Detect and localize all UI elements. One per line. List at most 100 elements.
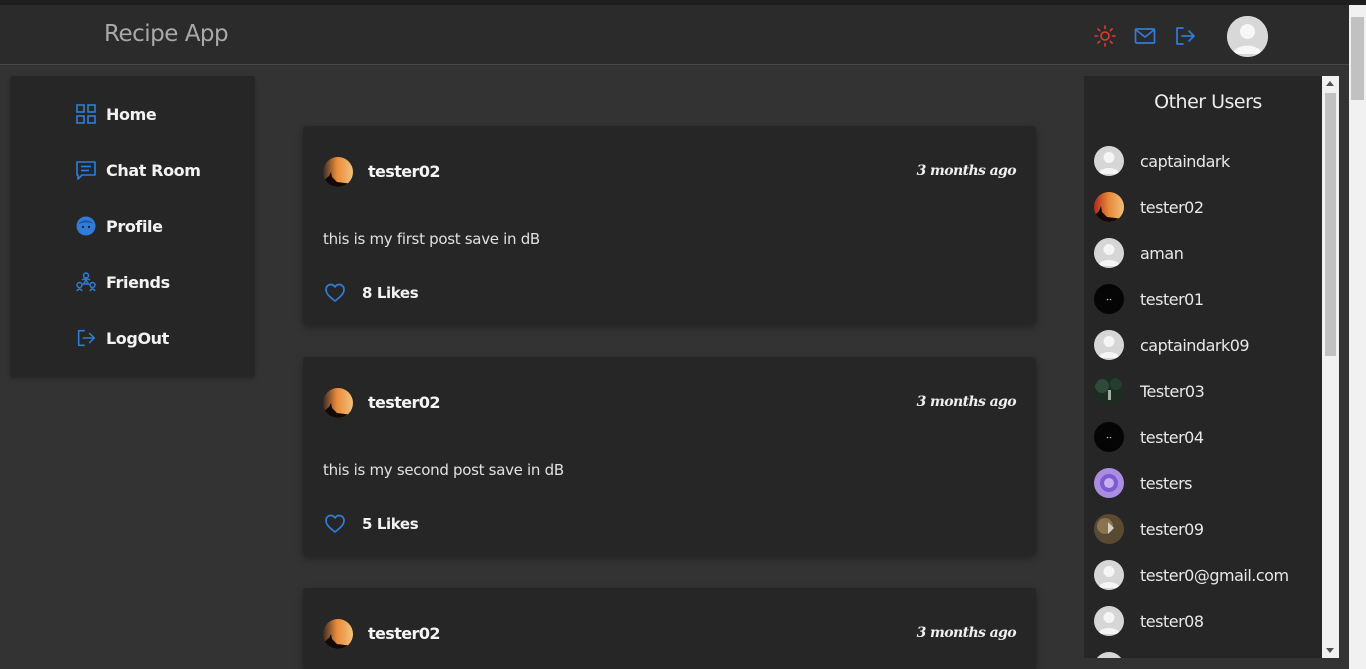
post-timestamp: 3 months ago [916,625,1017,641]
post-author-avatar[interactable] [323,388,353,418]
user-avatar [1094,560,1124,590]
avatar-placeholder-icon [1094,606,1124,636]
avatar-placeholder-icon [1094,560,1124,590]
user-list-item[interactable]: captaindark [1094,145,1230,177]
dark-avatar-icon [1094,284,1124,314]
post-author-name[interactable]: tester02 [368,162,440,181]
like-row: 5 Likes [323,512,419,536]
navbar: Recipe App [0,5,1349,65]
sidebar-item-label: LogOut [106,328,169,348]
post-author-name[interactable]: tester02 [368,393,440,412]
user-name: captaindark09 [1140,335,1250,355]
sidebar-item-label: Profile [106,216,163,236]
post-text: this is my first post save in dB [323,230,540,248]
scroll-down-arrow[interactable] [1326,648,1334,653]
user-avatar [1094,514,1124,544]
purple-photo-icon [1094,468,1124,498]
user-name: captaindark [1140,151,1230,171]
post-author-avatar[interactable] [323,619,353,649]
user-name: tester09 [1140,519,1204,539]
user-list-item[interactable]: tester01 [1094,283,1204,315]
sunset-photo-icon [323,619,353,649]
user-name: Tester03 [1140,381,1205,401]
post-card: tester02 3 months ago this is my first p… [303,126,1036,324]
other-users-title: Other Users [1154,91,1262,113]
post-card: tester02 3 months ago this is my second … [303,357,1036,555]
user-list-item[interactable]: captaindark09 [1094,329,1250,361]
user-list-item[interactable]: Tester03 [1094,375,1205,407]
user-avatar [1094,284,1124,314]
post-text: this is my second post save in dB [323,461,564,479]
post-author-name[interactable]: tester02 [368,624,440,643]
user-name: tester08 [1140,611,1204,631]
sidebar-item-logout[interactable]: LogOut [75,323,169,353]
user-list-item[interactable]: tester09 [1094,513,1204,545]
avatar-placeholder-icon [1094,652,1124,658]
user-avatar [1094,652,1124,658]
sidebar-item-home[interactable]: Home [75,99,157,129]
user-name: tester02 [1140,197,1204,217]
user-list-item[interactable]: testers [1094,467,1192,499]
post-author-avatar[interactable] [323,157,353,187]
sidebar-item-label: Friends [106,272,170,292]
avatar-placeholder-icon [1094,330,1124,360]
avatar-placeholder-icon [1094,238,1124,268]
grid-icon [76,104,96,124]
post-card: tester02 3 months ago [303,588,1036,669]
scrollbar-thumb[interactable] [1351,17,1364,100]
sidebar-item-label: Home [106,104,157,124]
post-timestamp: 3 months ago [916,394,1017,410]
sunset-photo-icon [323,157,353,187]
user-avatar [1094,330,1124,360]
sidebar-item-friends[interactable]: Friends [75,267,170,297]
scroll-up-arrow[interactable] [1326,81,1334,86]
sidebar-item-label: Chat Room [106,160,201,180]
brand-title[interactable]: Recipe App [104,21,229,47]
chat-icon [76,161,96,180]
avatar-placeholder-icon [1227,16,1268,57]
avatar-placeholder-icon [1094,146,1124,176]
user-avatar [1094,468,1124,498]
user-avatar[interactable] [1227,16,1268,57]
friends-icon [76,272,96,292]
user-avatar [1094,422,1124,452]
face-icon [76,216,96,236]
user-list-item[interactable]: tester0@gmail.com [1094,559,1289,591]
sun-icon[interactable] [1093,24,1117,48]
user-name: testers [1140,473,1192,493]
other-users-panel: Other Users captaindark tester02 aman teste… [1084,76,1322,658]
user-avatar [1094,238,1124,268]
user-list-item[interactable]: tester04 [1094,421,1204,453]
user-avatar [1094,606,1124,636]
mail-icon[interactable] [1133,24,1157,48]
heart-icon[interactable] [323,512,347,536]
post-timestamp: 3 months ago [916,163,1017,179]
like-row: 8 Likes [323,281,419,305]
user-list-item[interactable]: tester02 [1094,191,1204,223]
user-name: tester0@gmail.com [1140,565,1289,585]
user-list-item[interactable]: aman [1094,237,1184,269]
sidebar-item-profile[interactable]: Profile [75,211,163,241]
user-list-item[interactable]: tester08 [1094,605,1204,637]
logout-icon[interactable] [1173,24,1197,48]
like-count: 8 Likes [362,284,419,302]
users-scrollbar[interactable] [1322,76,1339,658]
brown-photo-icon [1094,514,1124,544]
dark-avatar-icon [1094,422,1124,452]
user-avatar [1094,192,1124,222]
page-scrollbar[interactable] [1349,5,1366,669]
logout-icon [77,329,96,347]
user-name: tester01 [1140,289,1204,309]
scrollbar-thumb[interactable] [1325,93,1336,356]
user-name: aman [1140,243,1184,263]
user-avatar [1094,376,1124,406]
user-list-item-partial[interactable] [1094,651,1124,658]
user-avatar [1094,146,1124,176]
sidebar: Home Chat Room Profile Friends LogOut [10,76,255,377]
sunset-photo-icon [323,388,353,418]
heart-icon[interactable] [323,281,347,305]
sidebar-item-chat-room[interactable]: Chat Room [75,155,201,185]
forest-photo-icon [1094,376,1124,406]
like-count: 5 Likes [362,515,419,533]
user-name: tester04 [1140,427,1204,447]
